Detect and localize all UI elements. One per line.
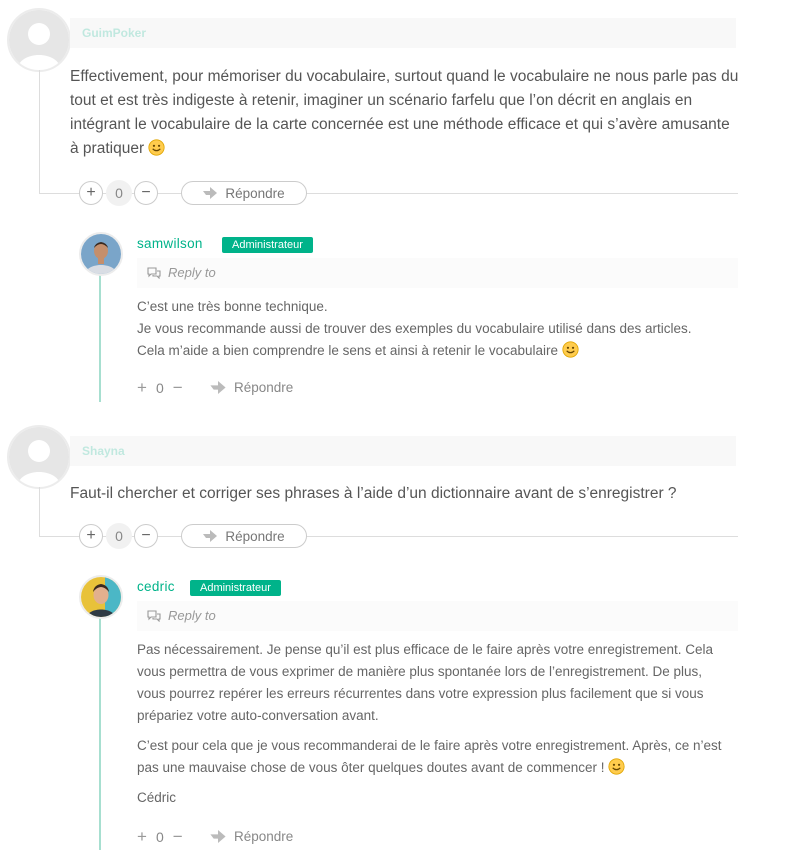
reply-button[interactable]: Répondre: [181, 524, 307, 548]
reply-button[interactable]: Répondre: [181, 181, 307, 205]
chat-icon: [147, 609, 161, 622]
admin-badge: Administrateur: [190, 580, 281, 596]
reply-thread-line: [99, 618, 101, 850]
reply-vote-controls: + 0 −: [137, 378, 183, 398]
downvote-button[interactable]: −: [173, 827, 183, 847]
reply-to-bar: [137, 601, 738, 631]
upvote-button[interactable]: +: [79, 181, 103, 205]
upvote-button[interactable]: +: [79, 524, 103, 548]
downvote-button[interactable]: −: [173, 378, 183, 398]
smiley-icon: [148, 139, 165, 156]
reply-text: C’est une très bonne technique. Je vous …: [137, 299, 692, 358]
vote-count: 0: [106, 180, 132, 206]
upvote-button[interactable]: +: [137, 827, 147, 847]
downvote-button[interactable]: −: [134, 524, 158, 548]
smiley-icon: [608, 758, 625, 775]
default-avatar: [7, 425, 71, 489]
reply-arrow-icon: [210, 381, 226, 394]
vote-count: 0: [155, 829, 164, 845]
reply-to-link[interactable]: Reply to: [147, 265, 216, 280]
vote-count: 0: [106, 523, 132, 549]
default-avatar: [7, 8, 71, 72]
comment-text: Effectivement, pour mémoriser du vocabul…: [70, 68, 739, 157]
thread-line: [39, 487, 40, 537]
comment-author[interactable]: Shayna: [82, 444, 125, 458]
thread-line: [39, 70, 40, 194]
reply-to-link[interactable]: Reply to: [147, 608, 216, 623]
reply-vote-controls: + 0 −: [137, 827, 183, 847]
comment-text: Faut-il chercher et corriger ses phrases…: [70, 485, 677, 502]
samwilson-avatar: [79, 232, 123, 276]
reply-to-bar: [137, 258, 738, 288]
reply-thread-line: [99, 275, 101, 402]
reply-button[interactable]: Répondre: [210, 829, 293, 844]
reply-author[interactable]: samwilson: [137, 236, 203, 251]
downvote-button[interactable]: −: [134, 181, 158, 205]
upvote-button[interactable]: +: [137, 378, 147, 398]
reply-arrow-icon: [203, 530, 218, 542]
smiley-icon: [562, 341, 579, 358]
admin-badge: Administrateur: [222, 237, 313, 253]
comment-author[interactable]: GuimPoker: [82, 26, 146, 40]
reply-button[interactable]: Répondre: [210, 380, 293, 395]
reply-arrow-icon: [203, 187, 218, 199]
author-bar: Shayna: [70, 436, 736, 466]
cedric-avatar: [79, 575, 123, 619]
author-bar: GuimPoker: [70, 18, 736, 48]
chat-icon: [147, 266, 161, 279]
vote-count: 0: [155, 380, 164, 396]
reply-author[interactable]: cedric: [137, 579, 175, 594]
reply-arrow-icon: [210, 830, 226, 843]
reply-text: Pas nécessairement. Je pense qu’il est p…: [137, 642, 722, 805]
